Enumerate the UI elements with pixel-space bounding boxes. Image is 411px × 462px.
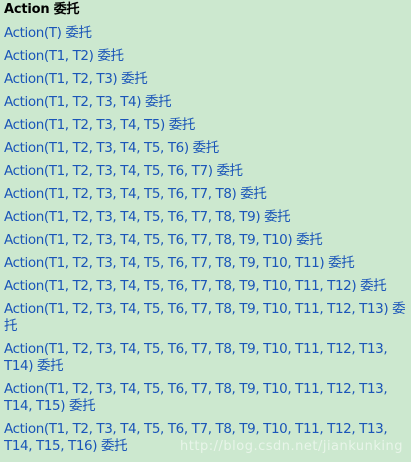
action-t4-link[interactable]: Action(T1, T2, T3, T4) 委托 (4, 94, 407, 111)
action-t6-link[interactable]: Action(T1, T2, T3, T4, T5, T6) 委托 (4, 140, 407, 157)
list-item: Action(T1, T2, T3, T4, T5, T6, T7, T8, T… (4, 209, 407, 226)
list-item: Action(T1, T2) 委托 (4, 48, 407, 65)
list-item: Action(T1, T2, T3, T4, T5, T6, T7) 委托 (4, 163, 407, 180)
list-item: Action(T1, T2, T3, T4, T5, T6, T7, T8, T… (4, 278, 407, 295)
list-item: Action(T1, T2, T3, T4, T5, T6, T7, T8, T… (4, 421, 407, 455)
action-t11-link[interactable]: Action(T1, T2, T3, T4, T5, T6, T7, T8, T… (4, 255, 407, 272)
action-t13-link[interactable]: Action(T1, T2, T3, T4, T5, T6, T7, T8, T… (4, 301, 407, 335)
list-item: Action(T1, T2, T3, T4, T5, T6, T7, T8) 委… (4, 186, 407, 203)
action-t12-link[interactable]: Action(T1, T2, T3, T4, T5, T6, T7, T8, T… (4, 278, 407, 295)
list-item: Action(T) 委托 (4, 25, 407, 42)
action-t3-link[interactable]: Action(T1, T2, T3) 委托 (4, 71, 407, 88)
action-t7-link[interactable]: Action(T1, T2, T3, T4, T5, T6, T7) 委托 (4, 163, 407, 180)
list-item: Action(T1, T2, T3, T4, T5) 委托 (4, 117, 407, 134)
list-item: Action(T1, T2, T3, T4, T5, T6, T7, T8, T… (4, 301, 407, 335)
list-item: Action(T1, T2, T3, T4, T5, T6, T7, T8, T… (4, 341, 407, 375)
list-item: Action(T1, T2, T3) 委托 (4, 71, 407, 88)
action-t9-link[interactable]: Action(T1, T2, T3, T4, T5, T6, T7, T8, T… (4, 209, 407, 226)
list-item: Action(T1, T2, T3, T4, T5, T6, T7, T8, T… (4, 232, 407, 249)
action-t5-link[interactable]: Action(T1, T2, T3, T4, T5) 委托 (4, 117, 407, 134)
list-item: Action(T1, T2, T3, T4, T5, T6, T7, T8, T… (4, 255, 407, 272)
delegate-list-panel: Action 委托 Action(T) 委托 Action(T1, T2) 委托… (4, 2, 407, 461)
list-item: Action(T1, T2, T3, T4, T5, T6) 委托 (4, 140, 407, 157)
action-t14-link[interactable]: Action(T1, T2, T3, T4, T5, T6, T7, T8, T… (4, 341, 407, 375)
action-t2-link[interactable]: Action(T1, T2) 委托 (4, 48, 407, 65)
action-t10-link[interactable]: Action(T1, T2, T3, T4, T5, T6, T7, T8, T… (4, 232, 407, 249)
delegate-link-list: Action(T) 委托 Action(T1, T2) 委托 Action(T1… (4, 25, 407, 455)
action-t1-link[interactable]: Action(T) 委托 (4, 25, 407, 42)
action-t15-link[interactable]: Action(T1, T2, T3, T4, T5, T6, T7, T8, T… (4, 381, 407, 415)
action-t8-link[interactable]: Action(T1, T2, T3, T4, T5, T6, T7, T8) 委… (4, 186, 407, 203)
page-title: Action 委托 (4, 2, 80, 17)
list-item: Action(T1, T2, T3, T4, T5, T6, T7, T8, T… (4, 381, 407, 415)
action-t16-link[interactable]: Action(T1, T2, T3, T4, T5, T6, T7, T8, T… (4, 421, 407, 455)
list-item: Action(T1, T2, T3, T4) 委托 (4, 94, 407, 111)
